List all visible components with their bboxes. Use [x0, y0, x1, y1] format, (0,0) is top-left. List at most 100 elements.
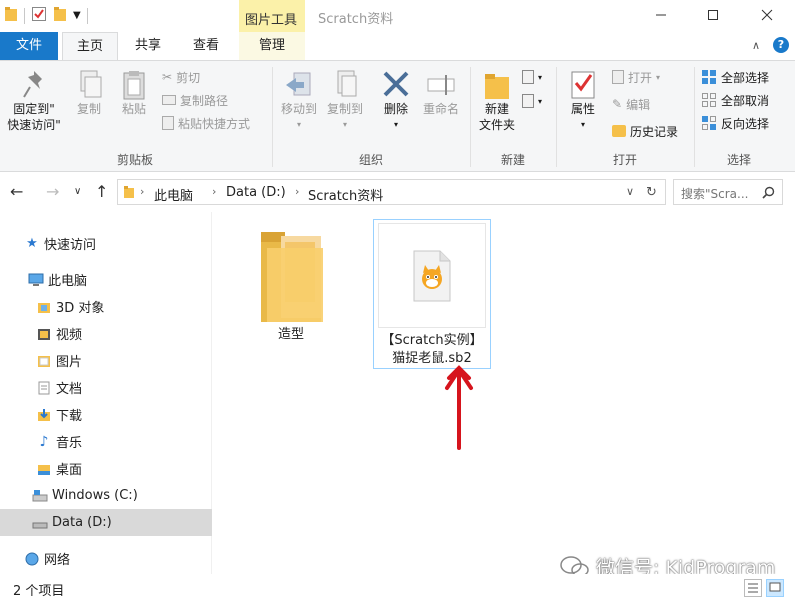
- pin-label-2: 快速访问": [7, 118, 61, 132]
- music-icon: ♪: [39, 433, 49, 450]
- desktop-icon: [36, 461, 52, 477]
- details-view-button[interactable]: [744, 579, 762, 597]
- status-bar: 2 个项目: [0, 574, 795, 601]
- copy-to-label: 复制到: [326, 102, 363, 116]
- nav-this-pc[interactable]: 此电脑: [0, 266, 212, 293]
- folder-thumbnail-icon: [261, 232, 323, 322]
- star-icon: ★: [26, 236, 38, 251]
- large-icons-view-button[interactable]: [766, 579, 784, 597]
- minimize-button[interactable]: [638, 0, 684, 30]
- forward-button[interactable]: →: [46, 182, 59, 201]
- open-button[interactable]: 打开 ▾: [612, 67, 660, 87]
- nav-desktop[interactable]: 桌面: [0, 455, 212, 482]
- tab-home[interactable]: 主页: [62, 32, 118, 60]
- copy-icon: [80, 70, 102, 98]
- history-icon: [612, 125, 626, 137]
- new-folder-label-2: 文件夹: [478, 118, 515, 132]
- nav-windows-c[interactable]: Windows (C:): [0, 482, 212, 509]
- new-group-label: 新建: [500, 153, 525, 167]
- recent-locations-button[interactable]: ∨: [74, 186, 81, 197]
- copy-path-label: 复制路径: [180, 93, 229, 108]
- move-to-button[interactable]: 移动到 ▾: [277, 69, 321, 133]
- nav-3d-objects[interactable]: 3D 对象: [0, 293, 212, 320]
- help-icon[interactable]: ?: [773, 37, 789, 53]
- customize-qat-icon[interactable]: ▼: [73, 10, 81, 21]
- scratch-file-item[interactable]: 【Scratch实例】 猫捉老鼠.sb2: [373, 219, 491, 369]
- breadcrumb-data-d[interactable]: Data (D:): [226, 185, 286, 200]
- address-bar[interactable]: › 此电脑 › Data (D:) › Scratch资料 ∨ ↻: [117, 179, 666, 205]
- computer-icon: [28, 272, 44, 288]
- clipboard-group-label: 剪贴板: [116, 153, 153, 167]
- refresh-icon[interactable]: ↻: [646, 185, 657, 200]
- rename-button[interactable]: 重命名: [418, 69, 464, 117]
- close-button[interactable]: [744, 0, 790, 30]
- ribbon-tabs: 文件 主页 共享 查看 管理 ∧ ?: [0, 32, 795, 60]
- select-all-icon: [702, 70, 716, 84]
- nav-network[interactable]: 网络: [0, 545, 212, 572]
- edit-icon: ✎: [612, 97, 623, 111]
- folder-name: 造型: [277, 327, 304, 342]
- new-folder-icon[interactable]: [53, 6, 67, 25]
- folder-item[interactable]: 造型: [241, 222, 341, 344]
- chevron-right-icon: ›: [140, 185, 145, 198]
- select-none-icon: [702, 93, 716, 107]
- file-list: 造型 【Scratch实例】 猫捉老鼠.sb2: [213, 212, 795, 574]
- easy-access-icon: [522, 94, 534, 108]
- select-all-label: 全部选择: [721, 70, 770, 85]
- properties-icon[interactable]: [31, 6, 47, 25]
- rename-label: 重命名: [422, 102, 459, 116]
- invert-selection-button[interactable]: 反向选择: [701, 113, 769, 133]
- tab-share[interactable]: 共享: [120, 32, 176, 60]
- nav-quick-access[interactable]: ★ 快速访问: [0, 230, 212, 257]
- nav-videos[interactable]: 视频: [0, 320, 212, 347]
- cut-label: 剪切: [176, 70, 201, 85]
- history-label: 历史记录: [630, 124, 679, 139]
- select-group-label: 选择: [726, 153, 751, 167]
- breadcrumb-this-pc[interactable]: 此电脑: [154, 185, 193, 204]
- documents-icon: [36, 380, 52, 396]
- nav-music[interactable]: ♪ 音乐: [0, 428, 212, 455]
- cut-button[interactable]: ✂ 剪切: [162, 67, 200, 87]
- tab-file[interactable]: 文件: [0, 32, 58, 60]
- address-dropdown-icon[interactable]: ∨: [626, 185, 634, 198]
- new-folder-button[interactable]: 新建 文件夹: [472, 69, 522, 133]
- copy-button[interactable]: 复制: [70, 69, 108, 117]
- search-input[interactable]: 搜索"Scra...: [673, 179, 783, 205]
- edit-button[interactable]: ✎ 编辑: [612, 94, 650, 114]
- nav-downloads[interactable]: 下载: [0, 401, 212, 428]
- chevron-up-icon[interactable]: ∧: [752, 39, 760, 52]
- pin-label-1: 固定到": [13, 102, 55, 116]
- easy-access-button[interactable]: ▾: [522, 91, 542, 111]
- select-all-button[interactable]: 全部选择: [701, 67, 769, 87]
- tab-manage[interactable]: 管理: [239, 32, 305, 60]
- select-none-button[interactable]: 全部取消: [701, 90, 769, 110]
- folder-icon: [4, 6, 18, 25]
- properties-button[interactable]: 属性 ▾: [562, 69, 604, 133]
- new-folder-icon: [485, 74, 509, 99]
- organize-group-label: 组织: [358, 153, 383, 167]
- nav-pictures[interactable]: 图片: [0, 347, 212, 374]
- new-item-icon: [522, 70, 534, 84]
- open-group-label: 打开: [612, 153, 637, 167]
- back-button[interactable]: ←: [10, 182, 23, 201]
- maximize-button[interactable]: [690, 0, 736, 30]
- history-button[interactable]: 历史记录: [612, 121, 678, 141]
- copy-to-icon: [337, 70, 357, 97]
- paste-button[interactable]: 粘贴: [114, 69, 154, 117]
- open-label: 打开: [628, 70, 653, 85]
- delete-button[interactable]: 删除 ▾: [376, 69, 416, 133]
- invert-selection-label: 反向选择: [721, 116, 770, 131]
- nav-data-d[interactable]: Data (D:): [0, 509, 212, 536]
- new-item-button[interactable]: ▾: [522, 67, 542, 87]
- paste-shortcut-button[interactable]: 粘贴快捷方式: [162, 113, 250, 133]
- move-to-label: 移动到: [280, 102, 317, 116]
- breadcrumb-scratch[interactable]: Scratch资料: [308, 185, 383, 204]
- copy-to-button[interactable]: 复制到 ▾: [323, 69, 367, 133]
- up-button[interactable]: ↑: [95, 182, 108, 201]
- window-title: Scratch资料: [318, 12, 394, 27]
- tab-view[interactable]: 查看: [178, 32, 234, 60]
- search-icon: [762, 186, 775, 199]
- nav-documents[interactable]: 文档: [0, 374, 212, 401]
- pin-to-quick-access-button[interactable]: 固定到" 快速访问": [4, 69, 64, 133]
- copy-path-button[interactable]: 复制路径: [162, 90, 228, 110]
